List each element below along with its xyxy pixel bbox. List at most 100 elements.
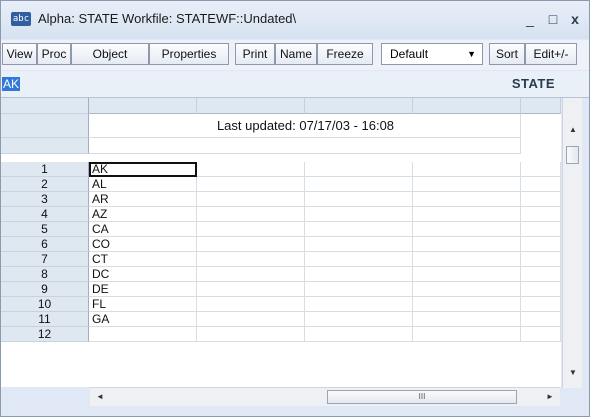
state-value-cell[interactable]: DC [89, 267, 197, 282]
empty-cell[interactable] [521, 252, 561, 267]
vertical-scroll-thumb[interactable] [566, 146, 579, 164]
row-header[interactable]: 9 [1, 282, 89, 297]
row-header[interactable]: 3 [1, 192, 89, 207]
empty-cell[interactable] [197, 177, 305, 192]
state-value-cell[interactable]: AZ [89, 207, 197, 222]
empty-cell[interactable] [521, 327, 561, 342]
empty-cell[interactable] [413, 222, 521, 237]
empty-cell[interactable] [197, 312, 305, 327]
empty-cell[interactable] [521, 222, 561, 237]
scroll-left-icon[interactable]: ◄ [96, 392, 104, 401]
empty-cell[interactable] [197, 192, 305, 207]
empty-cell[interactable] [521, 282, 561, 297]
empty-cell[interactable] [521, 177, 561, 192]
empty-cell[interactable] [305, 162, 413, 177]
empty-cell[interactable] [413, 327, 521, 342]
scroll-down-icon[interactable]: ▼ [569, 368, 577, 377]
empty-cell[interactable] [197, 252, 305, 267]
empty-cell[interactable] [197, 297, 305, 312]
empty-cell[interactable] [305, 327, 413, 342]
column-header[interactable] [413, 98, 521, 114]
freeze-button[interactable]: Freeze [317, 43, 373, 65]
row-header[interactable]: 5 [1, 222, 89, 237]
proc-button[interactable]: Proc [37, 43, 71, 65]
vertical-scrollbar[interactable]: ▲ ▼ [562, 98, 582, 388]
horizontal-scrollbar[interactable]: ◄ III ► [90, 387, 560, 406]
object-button[interactable]: Object [71, 43, 149, 65]
state-value-cell[interactable]: AK [89, 162, 197, 177]
empty-cell[interactable] [413, 192, 521, 207]
empty-cell[interactable] [197, 267, 305, 282]
row-header[interactable]: 8 [1, 267, 89, 282]
empty-cell[interactable] [305, 252, 413, 267]
scroll-right-icon[interactable]: ► [546, 392, 554, 401]
row-header[interactable]: 1 [1, 162, 89, 177]
state-value-cell[interactable]: AL [89, 177, 197, 192]
row-header[interactable]: 10 [1, 297, 89, 312]
empty-cell[interactable] [521, 297, 561, 312]
minimize-icon[interactable]: _ [521, 11, 539, 27]
empty-cell[interactable] [413, 207, 521, 222]
empty-cell[interactable] [521, 192, 561, 207]
edit-field-bar[interactable]: AK STATE [1, 71, 589, 98]
edit-toggle-button[interactable]: Edit+/- [525, 43, 577, 65]
empty-cell[interactable] [413, 267, 521, 282]
empty-cell[interactable] [197, 282, 305, 297]
empty-cell[interactable] [197, 327, 305, 342]
row-header[interactable]: 12 [1, 327, 89, 342]
empty-cell[interactable] [197, 237, 305, 252]
state-value-cell[interactable]: CA [89, 222, 197, 237]
state-value-cell[interactable]: GA [89, 312, 197, 327]
row-header[interactable]: 2 [1, 177, 89, 192]
empty-cell[interactable] [413, 297, 521, 312]
state-value-cell[interactable]: CO [89, 237, 197, 252]
empty-cell[interactable] [521, 237, 561, 252]
state-value-cell[interactable]: FL [89, 297, 197, 312]
scroll-up-icon[interactable]: ▲ [569, 125, 577, 134]
sort-button[interactable]: Sort [489, 43, 525, 65]
empty-cell[interactable] [521, 267, 561, 282]
empty-cell[interactable] [197, 162, 305, 177]
name-button[interactable]: Name [275, 43, 317, 65]
column-header[interactable] [89, 98, 197, 114]
empty-cell[interactable] [305, 297, 413, 312]
empty-cell[interactable] [197, 222, 305, 237]
empty-cell[interactable] [305, 267, 413, 282]
empty-cell[interactable] [197, 207, 305, 222]
empty-cell[interactable] [413, 312, 521, 327]
empty-cell[interactable] [413, 237, 521, 252]
properties-button[interactable]: Properties [149, 43, 229, 65]
column-header[interactable] [521, 98, 561, 114]
row-header[interactable]: 11 [1, 312, 89, 327]
maximize-icon[interactable]: □ [544, 11, 562, 27]
state-value-cell[interactable]: CT [89, 252, 197, 267]
empty-cell[interactable] [305, 192, 413, 207]
empty-cell[interactable] [521, 312, 561, 327]
empty-cell[interactable] [305, 237, 413, 252]
horizontal-scroll-thumb[interactable]: III [327, 390, 517, 404]
row-header[interactable]: 6 [1, 237, 89, 252]
empty-cell[interactable] [305, 282, 413, 297]
empty-cell[interactable] [521, 207, 561, 222]
row-header[interactable]: 7 [1, 252, 89, 267]
empty-cell[interactable] [305, 207, 413, 222]
empty-cell[interactable] [413, 252, 521, 267]
display-type-select[interactable]: Default ▼ [381, 43, 483, 65]
empty-cell[interactable] [413, 162, 521, 177]
empty-cell[interactable] [305, 222, 413, 237]
state-value-cell[interactable] [89, 327, 197, 342]
empty-cell[interactable] [305, 312, 413, 327]
empty-cell[interactable] [413, 177, 521, 192]
title-bar[interactable]: abc Alpha: STATE Workfile: STATEWF::Unda… [1, 1, 589, 39]
close-icon[interactable]: x [566, 11, 584, 27]
print-button[interactable]: Print [235, 43, 275, 65]
state-value-cell[interactable]: DE [89, 282, 197, 297]
empty-cell[interactable] [305, 177, 413, 192]
view-button[interactable]: View [2, 43, 37, 65]
edit-field-value[interactable]: AK [2, 77, 21, 91]
empty-cell[interactable] [521, 162, 561, 177]
empty-cell[interactable] [413, 282, 521, 297]
row-header[interactable]: 4 [1, 207, 89, 222]
column-header[interactable] [197, 98, 305, 114]
state-value-cell[interactable]: AR [89, 192, 197, 207]
